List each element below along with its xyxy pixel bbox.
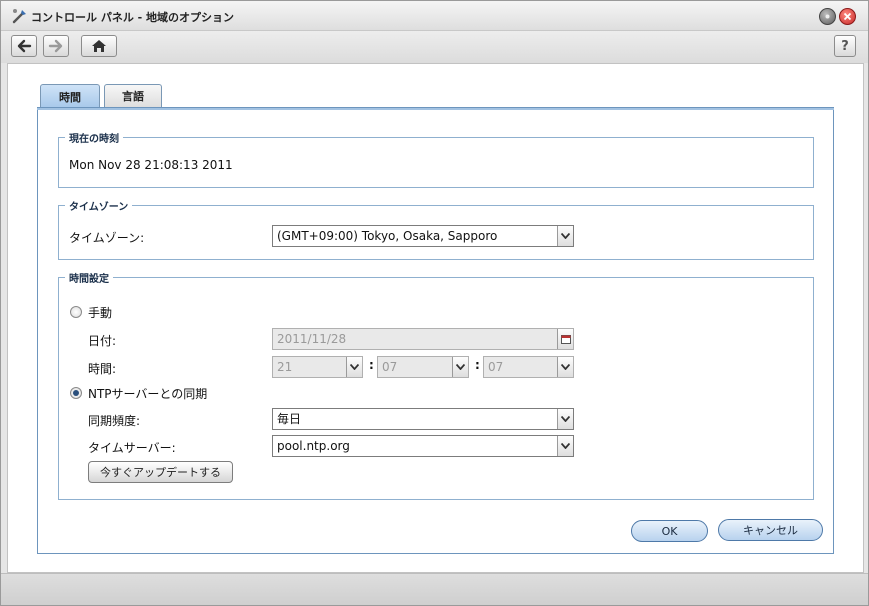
toolbar: ? xyxy=(1,31,868,63)
timezone-select[interactable]: (GMT+09:00) Tokyo, Osaka, Sapporo xyxy=(272,225,574,247)
chevron-down-icon xyxy=(557,357,573,377)
home-icon xyxy=(92,40,106,52)
help-icon: ? xyxy=(841,38,849,54)
manual-radio[interactable] xyxy=(70,306,82,318)
forward-icon xyxy=(48,39,63,53)
time-server-select[interactable]: pool.ntp.org xyxy=(272,435,574,457)
tab-label: 時間 xyxy=(59,90,81,104)
current-time-legend: 現在の時刻 xyxy=(69,134,119,145)
window: コントロール パネル - 地域のオプション ? 時間 言語 現在の時刻 Mon … xyxy=(0,0,869,606)
ok-button[interactable]: OK xyxy=(631,520,708,542)
chevron-down-icon xyxy=(346,357,362,377)
cancel-button[interactable]: キャンセル xyxy=(718,519,823,541)
time-server-value: pool.ntp.org xyxy=(277,439,350,453)
close-button[interactable] xyxy=(839,8,856,25)
sync-frequency-value: 毎日 xyxy=(277,412,302,426)
update-now-button[interactable]: 今すぐアップデートする xyxy=(88,461,233,483)
content-panel: 時間 言語 現在の時刻 Mon Nov 28 21:08:13 2011 タイム… xyxy=(7,63,864,573)
chevron-down-icon xyxy=(557,436,573,456)
timezone-label: タイムゾーン: xyxy=(69,231,145,245)
time-label: 時間: xyxy=(88,362,117,376)
hour-select[interactable]: 21 xyxy=(272,356,363,378)
time-separator: : xyxy=(475,358,480,372)
home-button[interactable] xyxy=(81,35,117,57)
title-bar: コントロール パネル - 地域のオプション xyxy=(1,1,868,31)
update-now-label: 今すぐアップデートする xyxy=(100,466,221,479)
ntp-label: NTPサーバーとの同期 xyxy=(88,387,208,401)
back-icon xyxy=(17,39,32,53)
date-label: 日付: xyxy=(88,334,117,348)
tab-time[interactable]: 時間 xyxy=(40,84,100,108)
timezone-legend: タイムゾーン xyxy=(69,202,129,213)
tab-language[interactable]: 言語 xyxy=(104,84,162,107)
minimize-button[interactable] xyxy=(819,8,836,25)
ok-label: OK xyxy=(661,524,678,538)
time-separator: : xyxy=(369,358,374,372)
tab-label: 言語 xyxy=(122,90,144,103)
second-value: 07 xyxy=(488,360,504,374)
chevron-down-icon xyxy=(557,409,573,429)
back-button[interactable] xyxy=(11,35,37,57)
manual-label: 手動 xyxy=(88,306,113,320)
calendar-icon xyxy=(557,329,573,349)
ntp-radio[interactable] xyxy=(70,387,82,399)
forward-button[interactable] xyxy=(43,35,69,57)
minimize-icon xyxy=(825,14,830,19)
chevron-down-icon xyxy=(557,226,573,246)
hour-value: 21 xyxy=(277,360,293,374)
app-icon xyxy=(11,7,29,25)
second-select[interactable]: 07 xyxy=(483,356,574,378)
help-button[interactable]: ? xyxy=(834,35,856,57)
chevron-down-icon xyxy=(452,357,468,377)
close-icon xyxy=(843,12,852,21)
current-time-value: Mon Nov 28 21:08:13 2011 xyxy=(69,158,233,172)
sync-frequency-select[interactable]: 毎日 xyxy=(272,408,574,430)
cancel-label: キャンセル xyxy=(743,524,798,537)
status-bar xyxy=(1,573,868,605)
timezone-value: (GMT+09:00) Tokyo, Osaka, Sapporo xyxy=(277,229,498,243)
sync-frequency-label: 同期頻度: xyxy=(88,414,141,428)
date-value: 2011/11/28 xyxy=(277,332,347,346)
window-title: コントロール パネル - 地域のオプション xyxy=(31,11,235,24)
tab-body: 現在の時刻 Mon Nov 28 21:08:13 2011 タイムゾーン タイ… xyxy=(37,110,834,554)
time-server-label: タイムサーバー: xyxy=(88,441,176,455)
time-settings-legend: 時間設定 xyxy=(69,274,109,285)
minute-value: 07 xyxy=(382,360,398,374)
date-field[interactable]: 2011/11/28 xyxy=(272,328,574,350)
minute-select[interactable]: 07 xyxy=(377,356,469,378)
